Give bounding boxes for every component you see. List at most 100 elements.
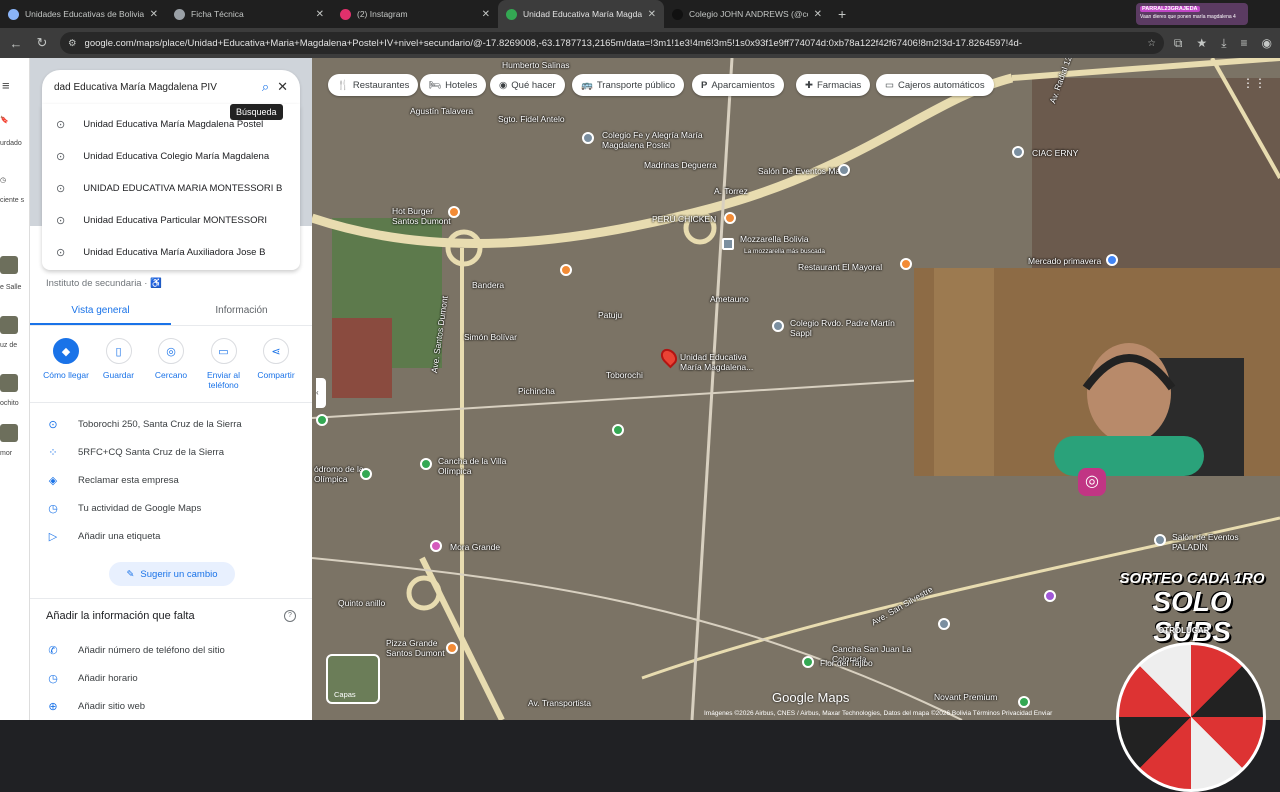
school-poi-icon[interactable] (772, 320, 784, 332)
park-poi-icon[interactable] (1018, 696, 1030, 708)
suggestion-item[interactable]: ⊙ Unidad Educativa María Auxiliadora Jose… (42, 236, 300, 268)
collapse-panel-button[interactable]: ‹ (316, 378, 326, 408)
browser-tab[interactable]: Colegio JOHN ANDREWS (@co ✕ (664, 0, 830, 28)
tab-favicon-icon (506, 8, 517, 20)
directions-button[interactable]: ◆ Cómo llegar (40, 338, 92, 390)
info-row-activity[interactable]: ◷ Tu actividad de Google Maps (46, 502, 306, 515)
nearby-button[interactable]: ◎ Cercano (145, 338, 197, 390)
add-phone-row[interactable]: ✆ Añadir número de teléfono del sitio (46, 644, 306, 657)
menu-icon[interactable]: ≡ (1241, 36, 1248, 51)
shopping-poi-icon[interactable] (1106, 254, 1118, 266)
restaurant-poi-icon[interactable] (448, 206, 460, 218)
rail-item-0[interactable]: urdado (0, 140, 30, 147)
rail-item-5: mor (0, 450, 13, 457)
chip-parking[interactable]: P Aparcamientos (692, 74, 784, 96)
school-poi-icon[interactable] (1012, 146, 1024, 158)
restaurant-poi-icon[interactable] (560, 264, 572, 276)
add-hours-row[interactable]: ◷ Añadir horario (46, 672, 306, 685)
event-poi-icon[interactable] (838, 164, 850, 176)
restaurant-poi-icon[interactable] (446, 642, 458, 654)
store-poi-icon[interactable] (722, 238, 734, 250)
place-actions: ◆ Cómo llegar ▯ Guardar ◎ Cercano ▭ Enviar a… (40, 338, 302, 390)
chip-atms[interactable]: ▭ Cajeros automáticos (876, 74, 994, 96)
back-icon[interactable]: ← (8, 36, 24, 51)
search-icon[interactable]: ⌕ (262, 79, 269, 95)
school-poi-icon[interactable] (582, 132, 594, 144)
restaurant-poi-icon[interactable] (724, 212, 736, 224)
site-info-icon[interactable]: ⚙ (68, 38, 77, 49)
browser-tab[interactable]: Unidad Educativa María Magda ✕ (498, 0, 664, 28)
reload-icon[interactable]: ↻ (34, 35, 50, 51)
chip-hotels[interactable]: 🛏 Hoteles (420, 74, 487, 96)
chip-restaurants[interactable]: 🍴 Restaurantes (328, 74, 419, 96)
info-text: Tu actividad de Google Maps (78, 503, 202, 514)
info-row-address[interactable]: ⊙ Toborochi 250, Santa Cruz de la Sierra (46, 418, 306, 431)
tab-close-icon[interactable]: ✕ (150, 9, 158, 20)
park-poi-icon[interactable] (316, 414, 328, 426)
new-tab-button[interactable]: + (830, 0, 854, 28)
parking-icon: P (701, 79, 708, 91)
location-pin-icon: ⊙ (56, 182, 66, 195)
tab-close-icon[interactable]: ✕ (482, 9, 490, 20)
extensions-icon[interactable]: ⧉ (1174, 36, 1183, 51)
shopping-poi-icon[interactable] (430, 540, 442, 552)
browser-tab[interactable]: (2) Instagram ✕ (332, 0, 498, 28)
park-poi-icon[interactable] (802, 656, 814, 668)
info-text: Añadir una etiqueta (78, 531, 161, 542)
maps-menu-icon[interactable]: ≡ (0, 78, 30, 93)
suggestion-text: Unidad Educativa Colegio María Magdalena (83, 150, 270, 162)
info-row-claim[interactable]: ◈ Reclamar esta empresa (46, 474, 306, 487)
profile-icon[interactable]: ◉ (1262, 36, 1272, 51)
apps-grid-icon[interactable]: ⋮⋮ (1242, 76, 1266, 90)
park-poi-icon[interactable] (612, 424, 624, 436)
search-input[interactable] (54, 81, 254, 93)
shopping-poi-icon[interactable] (1044, 590, 1056, 602)
info-row-plus-code[interactable]: ⁘ 5RFC+CQ Santa Cruz de la Sierra (46, 446, 306, 459)
tab-overview[interactable]: Vista general (30, 298, 171, 325)
bookmark-star-icon[interactable]: ☆ (1147, 38, 1156, 49)
suggestion-item[interactable]: ⊙ Unidad Educativa Particular MONTESSORI (42, 204, 300, 236)
bookmarks-icon[interactable]: ★ (1196, 36, 1207, 51)
recent-thumb-4[interactable] (0, 424, 18, 442)
place-category: Instituto de secundaria · ♿ (46, 278, 162, 289)
suggestion-item[interactable]: ⊙ UNIDAD EDUCATIVA MARIA MONTESSORI B (42, 172, 300, 204)
suggestion-item[interactable]: ⊙ Unidad Educativa Colegio María Magdalen… (42, 140, 300, 172)
rail-item-1[interactable]: ciente s (0, 196, 30, 205)
browser-tab[interactable]: Unidades Educativas de Bolivia ✕ (0, 0, 166, 28)
add-website-row[interactable]: ⊕ Añadir sitio web (46, 700, 306, 713)
recent-thumb-1[interactable] (0, 256, 18, 274)
rail-history-icon[interactable]: ◷ (0, 176, 30, 184)
save-button[interactable]: ▯ Guardar (93, 338, 145, 390)
tab-close-icon[interactable]: ✕ (648, 9, 656, 20)
chip-things-to-do[interactable]: ◉ Qué hacer (490, 74, 565, 96)
chip-pharmacies[interactable]: ✚ Farmacias (796, 74, 871, 96)
event-poi-icon[interactable] (938, 618, 950, 630)
rail-saved-icon[interactable]: 🔖 (0, 116, 30, 124)
share-button[interactable]: ⋖ Compartir (250, 338, 302, 390)
tab-close-icon[interactable]: ✕ (316, 9, 324, 20)
recent-thumb-2[interactable] (0, 316, 18, 334)
help-icon[interactable]: ? (284, 610, 296, 622)
browser-tab[interactable]: Ficha Técnica ✕ (166, 0, 332, 28)
layers-button[interactable]: Capas (326, 654, 380, 704)
download-icon[interactable]: ⤓ (1221, 36, 1226, 51)
info-text: Toborochi 250, Santa Cruz de la Sierra (78, 419, 242, 430)
map-label: Colegio Rvdo. Padre Martín Sappl (790, 318, 895, 338)
suggest-edit-button[interactable]: ✎ Sugerir un cambio (109, 562, 235, 586)
close-icon[interactable]: ✕ (277, 79, 288, 95)
directions-icon: ◆ (53, 338, 79, 364)
recent-thumb-3[interactable] (0, 374, 18, 392)
tab-close-icon[interactable]: ✕ (814, 9, 822, 20)
send-to-phone-button[interactable]: ▭ Enviar al teléfono (198, 338, 250, 390)
event-poi-icon[interactable] (1154, 534, 1166, 546)
info-row-label[interactable]: ▷ Añadir una etiqueta (46, 530, 306, 543)
park-poi-icon[interactable] (360, 468, 372, 480)
address-bar[interactable]: ⚙ google.com/maps/place/Unidad+Educativa… (60, 32, 1164, 54)
location-pin-icon: ⊙ (48, 419, 58, 431)
toolbar-actions: ⧉ ★ ⤓ ≡ ◉ (1174, 36, 1272, 51)
divider (30, 402, 312, 403)
restaurant-poi-icon[interactable] (900, 258, 912, 270)
chip-transit[interactable]: 🚌 Transporte público (572, 74, 685, 96)
tab-info[interactable]: Información (171, 298, 312, 325)
park-poi-icon[interactable] (420, 458, 432, 470)
